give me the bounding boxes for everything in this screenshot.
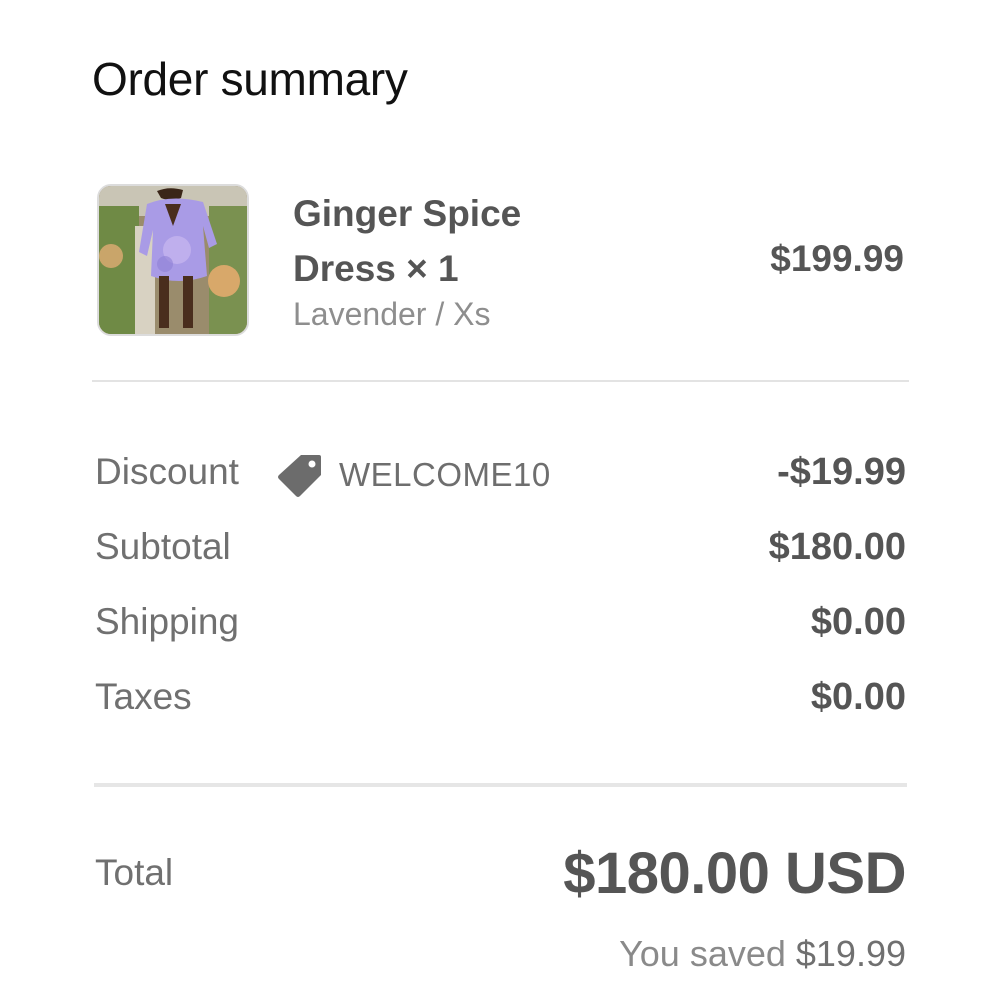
divider xyxy=(94,783,907,787)
product-name: Ginger Spice Dress × 1 xyxy=(293,186,653,296)
divider xyxy=(92,380,909,382)
savings-amount: $19.99 xyxy=(795,933,906,974)
taxes-label: Taxes xyxy=(95,676,192,717)
savings-note: You saved $19.99 xyxy=(619,933,906,975)
product-name-line1: Ginger Spice xyxy=(293,193,522,234)
product-price: $199.99 xyxy=(770,238,904,279)
product-thumbnail[interactable] xyxy=(97,184,249,336)
product-variant: Lavender / Xs xyxy=(293,296,491,332)
order-summary-panel: Order summary Ginger Spice Dress × 1 Lav… xyxy=(0,0,1000,1000)
taxes-value: $0.00 xyxy=(810,676,906,718)
total-label: Total xyxy=(95,852,174,893)
shipping-label: Shipping xyxy=(95,601,240,642)
savings-prefix: You saved xyxy=(619,933,796,974)
subtotal-label: Subtotal xyxy=(95,526,231,567)
product-name-quantity: Dress × 1 xyxy=(293,248,459,289)
discount-code: WELCOME10 xyxy=(339,456,551,493)
discount-value: -$19.99 xyxy=(777,451,906,493)
discount-code-badge: WELCOME10 xyxy=(277,452,551,498)
product-photo-dress xyxy=(99,186,247,334)
tag-icon xyxy=(278,455,321,497)
shipping-value: $0.00 xyxy=(810,601,906,643)
discount-label: Discount xyxy=(95,451,239,492)
page-title: Order summary xyxy=(92,53,408,105)
total-value: $180.00 USD xyxy=(563,841,906,906)
subtotal-value: $180.00 xyxy=(768,526,906,568)
